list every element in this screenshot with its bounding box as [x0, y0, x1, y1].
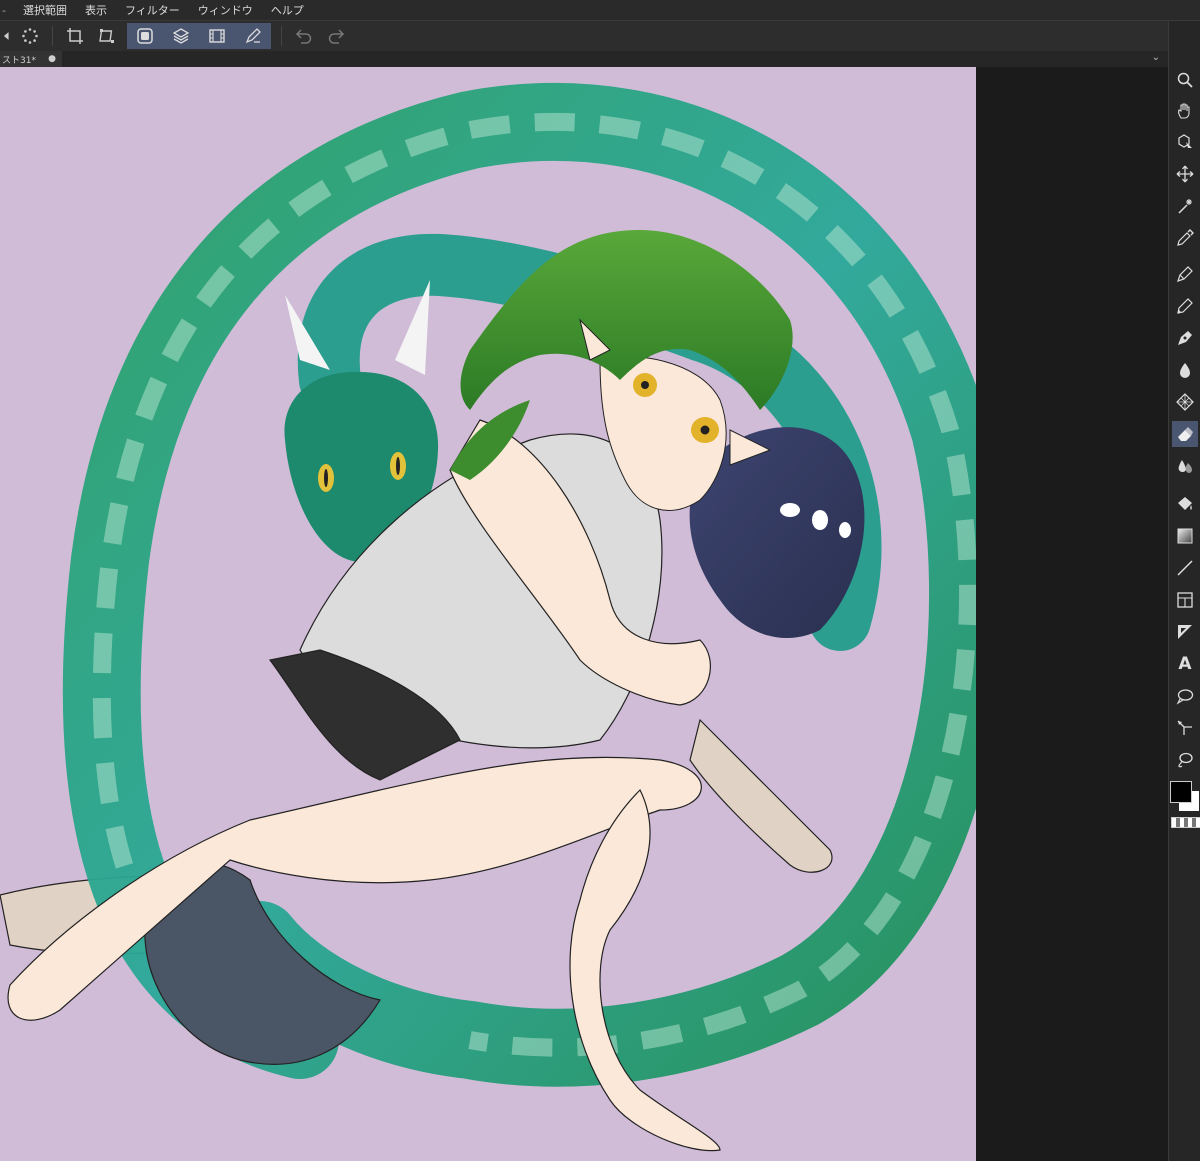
chevron-down-icon[interactable]: ⌄: [1152, 52, 1160, 63]
canvas-area[interactable]: [0, 67, 1168, 1161]
lasso-icon[interactable]: [1172, 747, 1198, 773]
magic-wand-icon[interactable]: [1172, 193, 1198, 219]
back-icon[interactable]: [0, 23, 14, 49]
document-tab-label: スト31*: [2, 55, 36, 66]
menu-edge: -: [2, 3, 6, 17]
pencil-icon[interactable]: [1172, 293, 1198, 319]
menu-bar: - 選択範囲 表示 フィルター ウィンドウ ヘルプ: [0, 0, 1200, 21]
frame-icon[interactable]: [1172, 587, 1198, 613]
layer-stack-icon[interactable]: [163, 23, 199, 49]
eraser-icon[interactable]: [1172, 421, 1198, 447]
pattern-icon[interactable]: [1172, 389, 1198, 415]
transform-icon[interactable]: [91, 23, 123, 49]
menu-window[interactable]: ウィンドウ: [189, 2, 262, 18]
layer-mask-icon[interactable]: [127, 23, 163, 49]
move-icon[interactable]: [1172, 161, 1198, 187]
document-tab[interactable]: スト31* ●: [0, 51, 62, 67]
crop-icon[interactable]: [59, 23, 91, 49]
transparent-color-swatch[interactable]: [1171, 817, 1200, 828]
gradient-icon[interactable]: [1172, 523, 1198, 549]
filmstrip-icon[interactable]: [199, 23, 235, 49]
tool-palette: A: [1168, 21, 1200, 1161]
fill-icon[interactable]: [1172, 491, 1198, 517]
close-tab-icon[interactable]: ●: [48, 54, 56, 64]
menu-help[interactable]: ヘルプ: [262, 2, 313, 18]
menu-filter[interactable]: フィルター: [116, 2, 189, 18]
toolbar-divider: [52, 26, 53, 46]
palette-header: [1169, 21, 1200, 67]
correct-line-icon[interactable]: [1172, 715, 1198, 741]
brush-icon[interactable]: [1172, 357, 1198, 383]
toolbar-divider: [281, 26, 282, 46]
menu-view[interactable]: 表示: [76, 2, 116, 18]
ink-pen-icon[interactable]: [1172, 325, 1198, 351]
pen-settings-icon[interactable]: [235, 23, 271, 49]
loading-icon[interactable]: [14, 23, 46, 49]
undo-icon[interactable]: [288, 23, 320, 49]
command-bar: [0, 21, 1168, 51]
document-tab-bar: スト31* ● ⌄: [0, 51, 1168, 67]
layer-button-group: [127, 23, 271, 49]
zoom-icon[interactable]: [1172, 67, 1198, 93]
blend-icon[interactable]: [1172, 453, 1198, 479]
pen-icon[interactable]: [1172, 261, 1198, 287]
balloon-icon[interactable]: [1172, 683, 1198, 709]
ruler-icon[interactable]: [1172, 619, 1198, 645]
illustration: [0, 83, 976, 1152]
text-icon[interactable]: A: [1172, 651, 1198, 677]
redo-icon[interactable]: [320, 23, 352, 49]
line-icon[interactable]: [1172, 555, 1198, 581]
hand-icon[interactable]: [1172, 98, 1198, 124]
object-select-icon[interactable]: [1172, 129, 1198, 155]
artwork-canvas[interactable]: [0, 67, 976, 1161]
menu-selection[interactable]: 選択範囲: [14, 2, 76, 18]
main-color-swatch[interactable]: [1170, 781, 1192, 803]
eyedropper-icon[interactable]: [1172, 225, 1198, 251]
